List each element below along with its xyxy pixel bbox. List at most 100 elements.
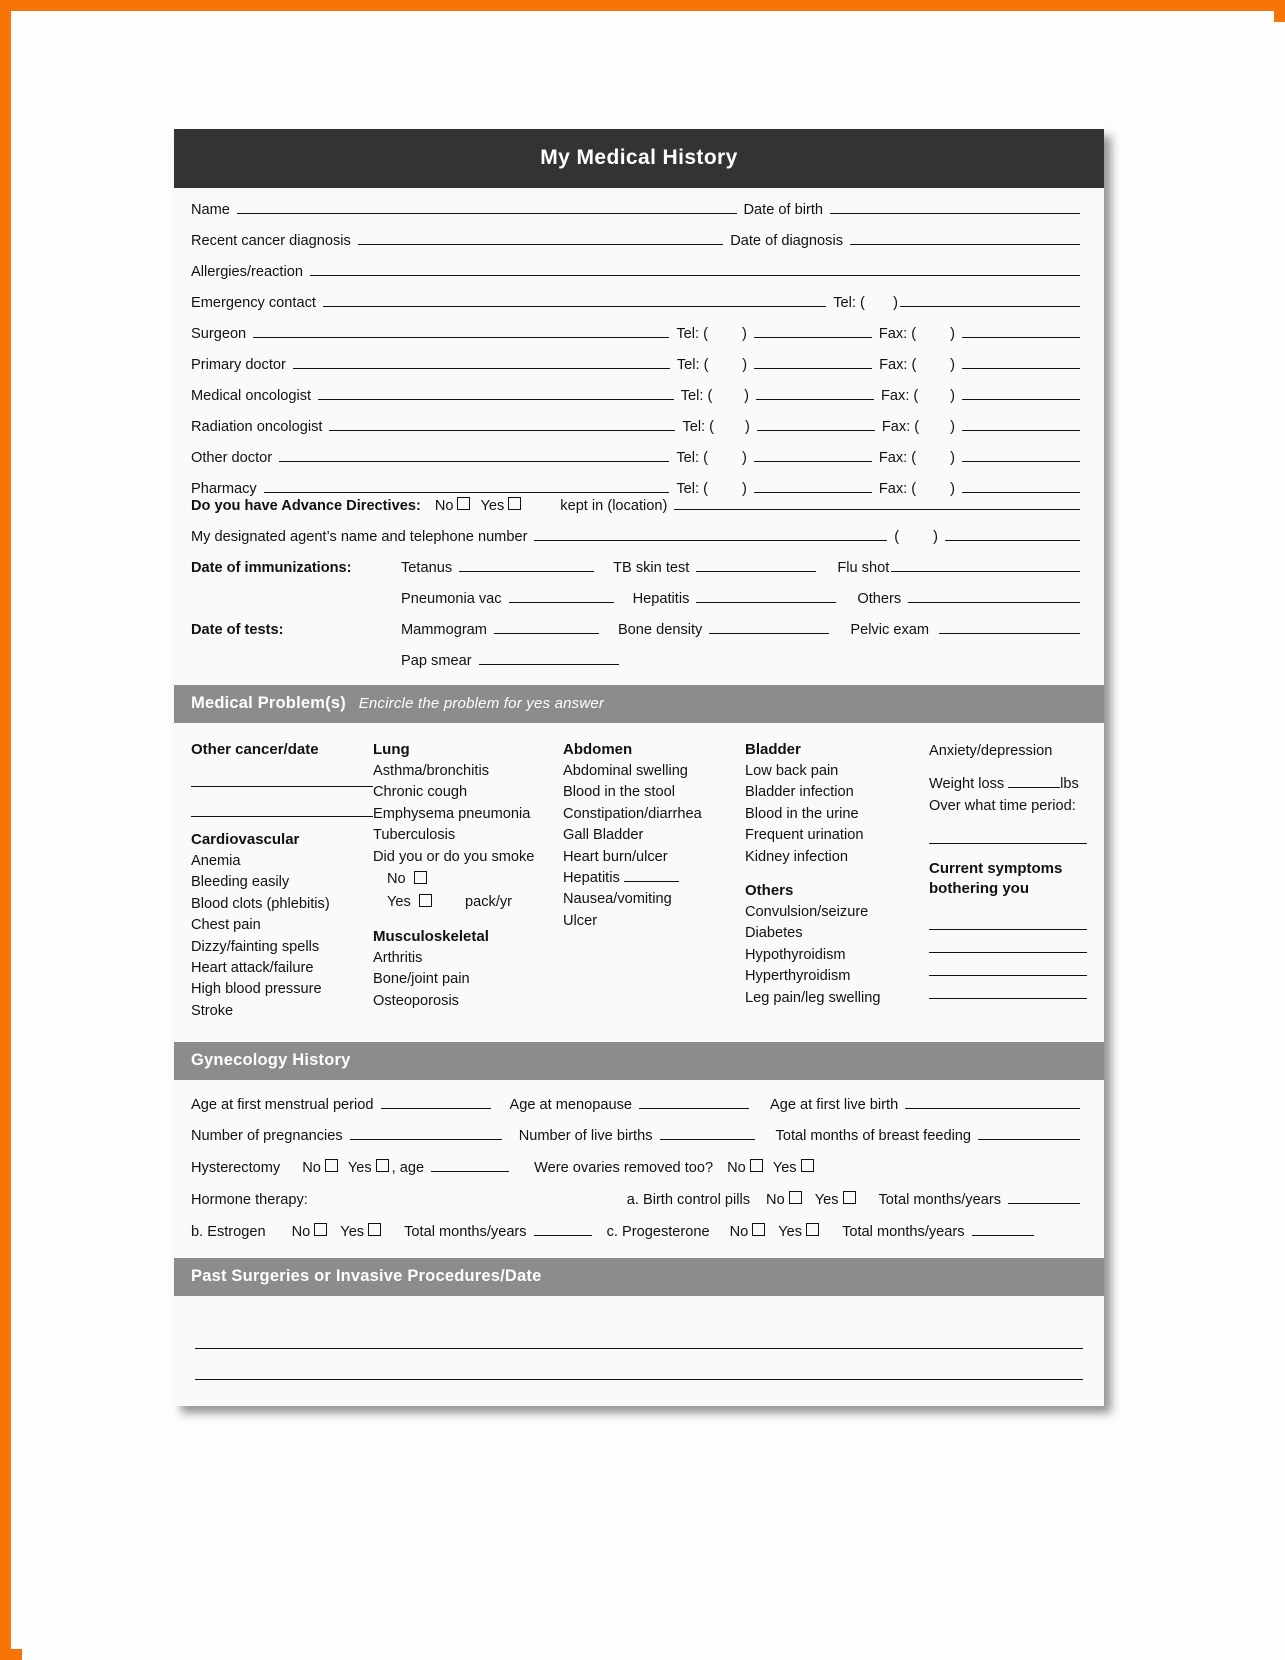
contact-tel-input[interactable] [753,461,872,462]
contact-tel-input[interactable] [753,492,872,493]
birth-control-no-checkbox[interactable] [788,1191,802,1205]
problem-item[interactable]: Tuberculosis [373,825,563,846]
hepatitis-detail-input[interactable] [623,870,679,883]
current-symptom-line-4[interactable] [929,978,1087,1000]
anxiety-depression-item[interactable]: Anxiety/depression [929,741,1087,762]
birth-control-yes-checkbox[interactable] [842,1191,856,1205]
problem-item[interactable]: Dizzy/fainting spells [191,937,373,958]
contact-fax-input[interactable] [962,368,1081,369]
contact-fax-input[interactable] [961,399,1080,400]
age-first-menstrual-input[interactable] [380,1108,491,1110]
hysterectomy-no-checkbox[interactable] [324,1159,338,1173]
contact-name-input[interactable] [318,399,674,400]
problem-item[interactable]: Arthritis [373,948,563,969]
problem-item[interactable]: Blood clots (phlebitis) [191,894,373,915]
contact-fax-input[interactable] [962,492,1080,493]
problem-item[interactable]: Hyperthyroidism [745,966,929,987]
problem-item[interactable]: Hypothyroidism [745,945,929,966]
diagnosis-date-input[interactable] [850,244,1080,245]
emergency-contact-input[interactable] [322,306,827,307]
estrogen-yes-checkbox[interactable] [368,1223,382,1237]
problem-item[interactable]: Chest pain [191,915,373,936]
smoking-no-checkbox[interactable] [413,871,427,885]
problem-item[interactable]: High blood pressure [191,979,373,1000]
current-symptom-line-1[interactable] [929,909,1087,931]
tb-skin-test-input[interactable] [696,571,817,572]
hysterectomy-age-input[interactable] [431,1171,510,1173]
problem-item[interactable]: Leg pain/leg swelling [745,988,929,1009]
mammogram-input[interactable] [493,633,599,634]
problem-item[interactable]: Constipation/diarrhea [563,804,745,825]
contact-tel-input[interactable] [756,399,874,400]
problem-item[interactable]: Blood in the urine [745,804,929,825]
problem-item[interactable]: Gall Bladder [563,825,745,846]
pneumonia-vac-input[interactable] [508,602,614,603]
problem-item[interactable]: Heart burn/ulcer [563,847,745,868]
ovaries-removed-no-checkbox[interactable] [749,1159,763,1173]
contact-name-input[interactable] [253,337,670,338]
contact-name-input[interactable] [279,461,670,462]
problem-item[interactable]: Heart attack/failure [191,958,373,979]
allergies-input[interactable] [309,275,1080,276]
time-period-input[interactable] [929,823,1087,845]
contact-fax-input[interactable] [962,461,1080,462]
contact-tel-input[interactable] [753,337,872,338]
problem-item[interactable]: Emphysema pneumonia [373,804,563,825]
dob-input[interactable] [830,213,1080,214]
others-immunization-input[interactable] [908,602,1080,603]
progesterone-no-checkbox[interactable] [752,1223,766,1237]
problem-item[interactable]: Abdominal swelling [563,761,745,782]
bone-density-input[interactable] [709,633,830,634]
hysterectomy-yes-checkbox[interactable] [375,1159,389,1173]
problem-item[interactable]: Blood in the stool [563,782,745,803]
problem-item[interactable]: Chronic cough [373,782,563,803]
problem-item[interactable]: Nausea/vomiting [563,889,745,910]
other-cancer-line-1[interactable] [191,766,373,787]
problem-item[interactable]: Bleeding easily [191,872,373,893]
problem-item[interactable]: Convulsion/seizure [745,902,929,923]
emergency-tel-input[interactable] [900,306,1080,307]
current-symptom-line-2[interactable] [929,932,1087,954]
progesterone-total-input[interactable] [971,1235,1034,1237]
problem-item[interactable]: Asthma/bronchitis [373,761,563,782]
age-menopause-input[interactable] [639,1108,750,1110]
problem-item[interactable]: Low back pain [745,761,929,782]
estrogen-total-input[interactable] [533,1235,592,1237]
designated-agent-input[interactable] [534,540,888,541]
number-live-births-input[interactable] [659,1139,755,1141]
pap-smear-input[interactable] [478,664,619,665]
advance-directives-location-input[interactable] [674,509,1080,510]
weight-loss-input[interactable] [1008,776,1061,789]
number-pregnancies-input[interactable] [349,1139,502,1141]
designated-agent-tel-input[interactable] [945,540,1080,541]
problem-item[interactable]: Kidney infection [745,847,929,868]
contact-fax-input[interactable] [962,337,1080,338]
past-surgery-line-1[interactable] [195,1318,1083,1350]
contact-tel-input[interactable] [756,430,875,431]
cancer-diagnosis-input[interactable] [357,244,724,245]
problem-item[interactable]: Bladder infection [745,782,929,803]
advance-directives-no-checkbox[interactable] [457,497,471,510]
contact-tel-input[interactable] [754,368,873,369]
birth-control-total-input[interactable] [1008,1203,1080,1205]
problem-item[interactable]: Stroke [191,1001,373,1022]
breast-feeding-months-input[interactable] [978,1139,1080,1141]
current-symptom-line-3[interactable] [929,955,1087,977]
problem-item[interactable]: Frequent urination [745,825,929,846]
pelvic-exam-input[interactable] [939,633,1080,634]
ovaries-removed-yes-checkbox[interactable] [800,1159,814,1173]
problem-item-hepatitis[interactable]: Hepatitis [563,868,745,889]
past-surgery-line-2[interactable] [195,1349,1083,1381]
age-first-live-birth-input[interactable] [905,1108,1080,1110]
estrogen-no-checkbox[interactable] [314,1223,328,1237]
flu-shot-input[interactable] [891,571,1080,572]
smoking-yes-checkbox[interactable] [418,894,432,908]
other-cancer-line-2[interactable] [191,796,373,817]
contact-name-input[interactable] [292,368,670,369]
problem-item[interactable]: Osteoporosis [373,991,563,1012]
hepatitis-vac-input[interactable] [696,602,837,603]
name-input[interactable] [236,213,737,214]
advance-directives-yes-checkbox[interactable] [508,497,522,510]
contact-name-input[interactable] [329,430,676,431]
progesterone-yes-checkbox[interactable] [806,1223,820,1237]
